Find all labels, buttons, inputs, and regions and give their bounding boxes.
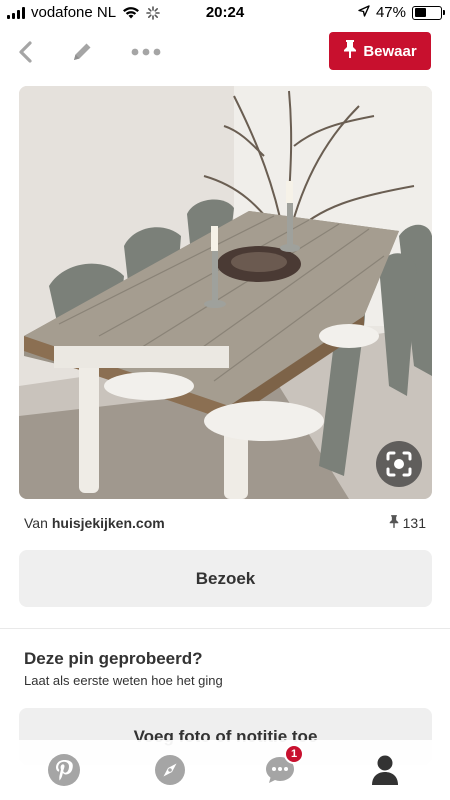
status-bar: vodafone NL 20:24 47% [0, 0, 450, 26]
back-icon[interactable] [12, 38, 40, 66]
source-prefix: Van [24, 515, 48, 531]
pushpin-icon [343, 39, 357, 63]
notification-badge: 1 [284, 744, 304, 764]
tab-notifications[interactable]: 1 [262, 744, 304, 788]
compass-icon [155, 755, 185, 785]
source-link[interactable]: huisjekijken.com [52, 515, 165, 531]
save-count: 131 [389, 514, 426, 532]
tab-home[interactable] [46, 752, 82, 788]
battery-percent: 47% [375, 4, 406, 21]
tab-explore[interactable] [152, 752, 188, 788]
location-arrow-icon [358, 4, 370, 21]
save-button-label: Bewaar [363, 42, 417, 60]
lens-scan-icon [386, 451, 412, 477]
save-button[interactable]: Bewaar [329, 32, 431, 70]
dining-table-photo [19, 86, 432, 499]
tried-section-subtitle: Laat als eerste weten hoe het ging [24, 673, 223, 688]
edit-pencil-icon[interactable] [68, 38, 96, 66]
battery-icon [412, 5, 445, 20]
pushpin-icon [389, 514, 399, 532]
visual-search-button[interactable] [376, 441, 422, 487]
visit-button-label: Bezoek [195, 568, 256, 588]
pin-image[interactable] [19, 86, 432, 499]
source-row: Van huisjekijken.com 131 [24, 512, 426, 534]
divider [0, 628, 450, 629]
profile-person-icon [372, 755, 398, 785]
pinterest-logo-icon [48, 754, 80, 786]
tab-profile[interactable] [367, 752, 403, 788]
visit-button[interactable]: Bezoek [19, 550, 432, 607]
bottom-tab-bar: 1 [0, 740, 450, 800]
save-count-value: 131 [402, 515, 426, 531]
tried-section-title: Deze pin geprobeerd? [24, 649, 203, 668]
top-nav: Bewaar [0, 26, 450, 76]
more-options-icon[interactable] [130, 38, 162, 66]
